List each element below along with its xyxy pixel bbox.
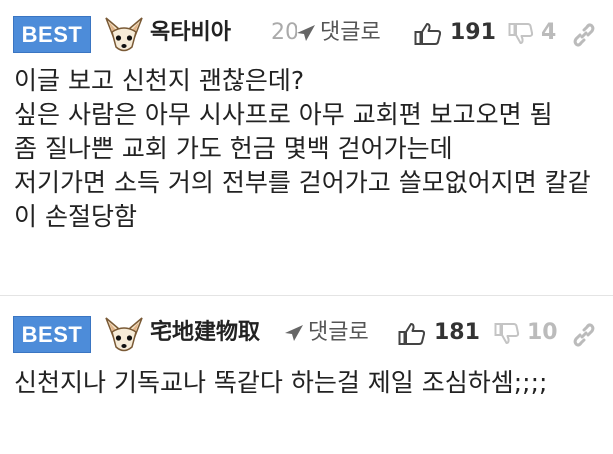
thumbs-down-icon xyxy=(508,23,534,44)
thumbs-up-icon xyxy=(414,23,442,45)
link-icon[interactable] xyxy=(571,322,597,348)
reply-arrow-icon xyxy=(285,325,303,341)
chihuahua-avatar[interactable] xyxy=(103,14,145,56)
comment-text: 신천지나 기독교나 똑같다 하는걸 제일 조심하셈;;;; xyxy=(14,368,548,397)
thumbs-down-icon xyxy=(494,323,520,344)
reply-arrow-icon xyxy=(297,25,315,41)
like-count: 191 xyxy=(450,20,496,45)
nickname[interactable]: 宅地建物取 xyxy=(150,318,284,348)
best-badge: BEST xyxy=(13,16,91,53)
best-badge: BEST xyxy=(13,316,91,353)
comment-header: BEST 옥타비아 20 댓글로 191 4 xyxy=(0,8,613,53)
dislike-count: 4 xyxy=(541,20,557,45)
reply-label: 댓글로 xyxy=(308,320,369,345)
chihuahua-avatar[interactable] xyxy=(103,314,145,356)
comment-header: BEST 宅地建物取 댓글로 181 10 xyxy=(0,308,613,353)
like-count: 181 xyxy=(434,320,480,345)
link-icon[interactable] xyxy=(571,22,597,48)
nickname[interactable]: 옥타비아 xyxy=(150,18,263,48)
dislike-count: 10 xyxy=(527,320,558,345)
reply-label: 댓글로 xyxy=(320,20,381,45)
thumbs-up-icon xyxy=(398,323,426,345)
comment-2: BEST 宅地建物取 댓글로 181 10 신천지나 기독교나 똑같다 하는걸 … xyxy=(0,300,613,454)
comment-date: 20 xyxy=(271,20,297,45)
comment-divider xyxy=(0,295,613,296)
comment-text: 이글 보고 신천지 괜찮은데? 싶은 사람은 아무 시사프로 아무 교회편 보고… xyxy=(14,66,591,231)
comment-1: BEST 옥타비아 20 댓글로 191 4 이글 보고 신천지 괜찮은데? 싶… xyxy=(0,0,613,296)
